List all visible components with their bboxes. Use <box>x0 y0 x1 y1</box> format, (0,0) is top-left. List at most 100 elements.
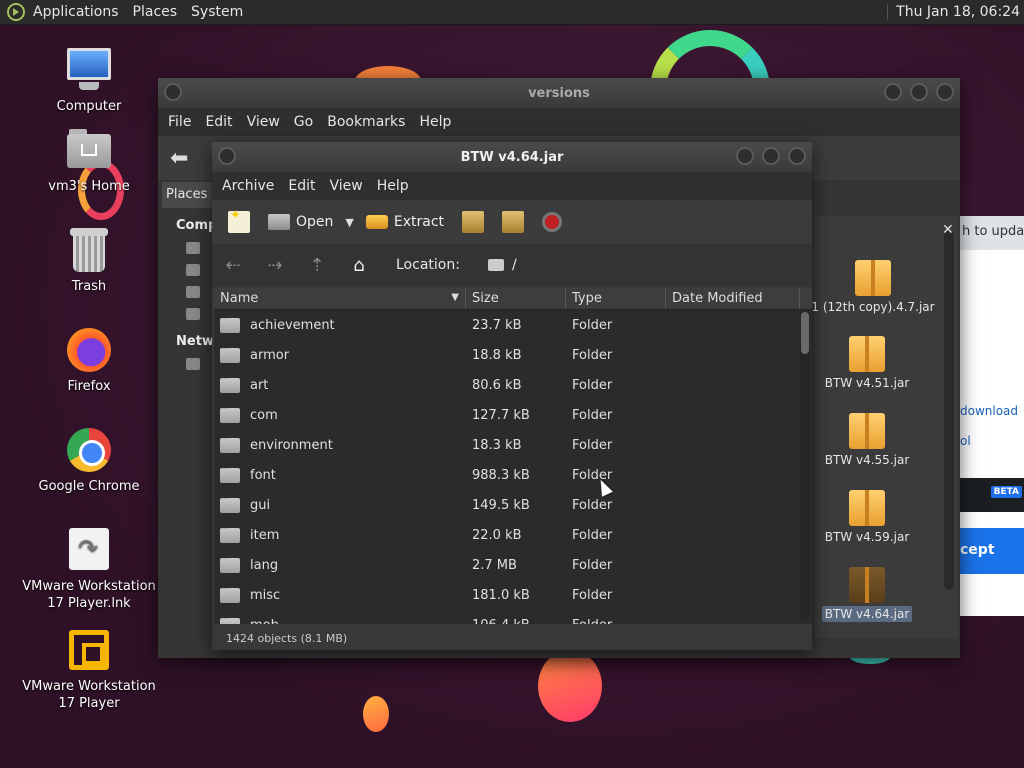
window-titlebar[interactable]: versions <box>158 78 960 108</box>
file-name: 1 (12th copy).4.7.jar <box>811 300 935 314</box>
browser-link[interactable]: ol <box>960 434 971 448</box>
window-menu-button[interactable] <box>164 83 182 101</box>
cell-type: Folder <box>572 347 613 363</box>
sidebar-item-icon[interactable] <box>186 264 200 276</box>
desktop-icon-computer[interactable]: Computer <box>14 46 164 115</box>
desktop-icon-vmware-lnk[interactable]: VMware Workstation 17 Player.lnk <box>14 526 164 612</box>
table-row[interactable]: mob 106.4 kBFolder <box>214 610 812 624</box>
back-icon[interactable]: ⇠ <box>222 255 244 276</box>
file-rows: achievement 23.7 kB Folder armor 18.8 kB Fold… <box>214 310 812 624</box>
close-icon[interactable]: ✕ <box>942 222 954 238</box>
new-archive-button[interactable] <box>222 207 256 237</box>
desktop-icon-label: VMware Workstation 17 Player.lnk <box>22 579 156 611</box>
file-item[interactable]: BTW v4.55.jar <box>802 413 932 467</box>
cell-name: armor <box>214 347 466 363</box>
distro-logo-icon[interactable] <box>7 3 25 21</box>
desktop-icon-label: Trash <box>71 279 107 294</box>
file-item[interactable]: BTW v4.59.jar <box>802 490 932 544</box>
panel-menu-places[interactable]: Places <box>133 4 178 20</box>
menu-view[interactable]: View <box>247 114 280 130</box>
jar-package-icon <box>849 490 885 526</box>
wallpaper-shape <box>363 696 389 732</box>
open-label: Open <box>296 214 334 230</box>
close-button[interactable] <box>936 83 954 101</box>
column-header-date[interactable]: Date Modified <box>666 288 800 309</box>
menu-edit[interactable]: Edit <box>205 114 232 130</box>
column-headers: Name ▼ Size Type Date Modified <box>214 288 812 310</box>
table-row[interactable]: com 127.7 kB Folder <box>214 400 812 430</box>
file-item[interactable]: BTW v4.51.jar <box>802 336 932 390</box>
file-name: lang <box>250 557 279 573</box>
desktop-icon-vmware[interactable]: VMware Workstation 17 Player <box>14 626 164 712</box>
desktop-icon-home[interactable]: vm3's Home <box>14 126 164 195</box>
menu-file[interactable]: File <box>168 114 191 130</box>
menu-go[interactable]: Go <box>294 114 313 130</box>
back-arrow-icon[interactable]: ⬅ <box>170 146 188 171</box>
open-button[interactable]: Open <box>262 210 339 234</box>
table-row[interactable]: gui 149.5 kB Folder <box>214 490 812 520</box>
window-titlebar[interactable]: BTW v4.64.jar <box>212 142 812 172</box>
table-row[interactable]: item 22.0 kB Folder <box>214 520 812 550</box>
close-button[interactable] <box>788 147 806 165</box>
column-header-type[interactable]: Type <box>566 288 666 309</box>
cell-size: 22.0 kB <box>472 527 522 543</box>
table-row[interactable]: armor 18.8 kB Folder <box>214 340 812 370</box>
vertical-scrollbar[interactable] <box>944 230 954 590</box>
menu-help[interactable]: Help <box>419 114 451 130</box>
cell-type: Folder <box>566 618 666 625</box>
table-row[interactable]: art 80.6 kB Folder <box>214 370 812 400</box>
home-folder-icon <box>65 126 113 174</box>
top-panel: Applications Places System Thu Jan 18, 0… <box>0 0 1024 25</box>
home-icon[interactable]: ⌂ <box>348 255 370 276</box>
extract-button[interactable]: Extract <box>360 210 450 234</box>
maximize-button[interactable] <box>910 83 928 101</box>
forward-icon[interactable]: ⇢ <box>264 255 286 276</box>
minimize-button[interactable] <box>736 147 754 165</box>
table-row[interactable]: lang 2.7 MB Folder <box>214 550 812 580</box>
stop-button[interactable] <box>536 208 568 236</box>
file-name: item <box>250 527 280 543</box>
maximize-button[interactable] <box>762 147 780 165</box>
table-row[interactable]: font 988.3 kB Folder <box>214 460 812 490</box>
archive-manager-window: BTW v4.64.jar Archive Edit View Help Ope… <box>212 142 812 650</box>
file-item[interactable]: 1 (12th copy).4.7.jar <box>808 260 938 314</box>
table-row[interactable]: misc 181.0 kB Folder <box>214 580 812 610</box>
scrollbar-thumb[interactable] <box>801 312 809 354</box>
vertical-scrollbar[interactable] <box>800 312 810 620</box>
column-header-name[interactable]: Name ▼ <box>214 288 466 309</box>
add-files-button[interactable] <box>456 207 490 237</box>
sidebar-item-icon[interactable] <box>186 358 200 370</box>
column-header-size[interactable]: Size <box>466 288 566 309</box>
chevron-down-icon[interactable]: ▼ <box>345 216 353 229</box>
menu-view[interactable]: View <box>330 178 363 194</box>
sidebar-item-icon[interactable] <box>186 286 200 298</box>
menu-help[interactable]: Help <box>377 178 409 194</box>
places-selector[interactable]: Places <box>162 182 212 208</box>
desktop-icon-trash[interactable]: Trash <box>14 226 164 295</box>
cell-type: Folder <box>572 317 613 333</box>
desktop-icon-chrome[interactable]: Google Chrome <box>14 426 164 495</box>
minimize-button[interactable] <box>884 83 902 101</box>
panel-menu-applications[interactable]: Applications <box>33 4 119 20</box>
menu-archive[interactable]: Archive <box>222 178 274 194</box>
accept-button[interactable]: cept <box>960 528 1024 574</box>
browser-tab-text[interactable]: h to update <box>960 216 1024 250</box>
cell-name: misc <box>214 587 466 603</box>
sidebar-item-icon[interactable] <box>186 308 200 320</box>
table-row[interactable]: achievement 23.7 kB Folder <box>214 310 812 340</box>
add-folder-button[interactable] <box>496 207 530 237</box>
sidebar-item-icon[interactable] <box>186 242 200 254</box>
browser-link-download[interactable]: download <box>960 404 1018 418</box>
browser-window-peek[interactable]: h to update download ol BETA cept <box>960 216 1024 616</box>
cell-name: environment <box>214 437 466 453</box>
window-menu-button[interactable] <box>218 147 236 165</box>
up-icon[interactable]: ⇡ <box>306 255 328 276</box>
panel-menu-system[interactable]: System <box>191 4 243 20</box>
location-path[interactable]: / <box>512 257 517 273</box>
panel-clock[interactable]: Thu Jan 18, 06:24 <box>887 4 1020 20</box>
desktop-icon-firefox[interactable]: Firefox <box>14 326 164 395</box>
menu-edit[interactable]: Edit <box>288 178 315 194</box>
table-row[interactable]: environment 18.3 kB Folder <box>214 430 812 460</box>
menu-bookmarks[interactable]: Bookmarks <box>327 114 405 130</box>
file-item-selected[interactable]: BTW v4.64.jar <box>802 567 932 622</box>
